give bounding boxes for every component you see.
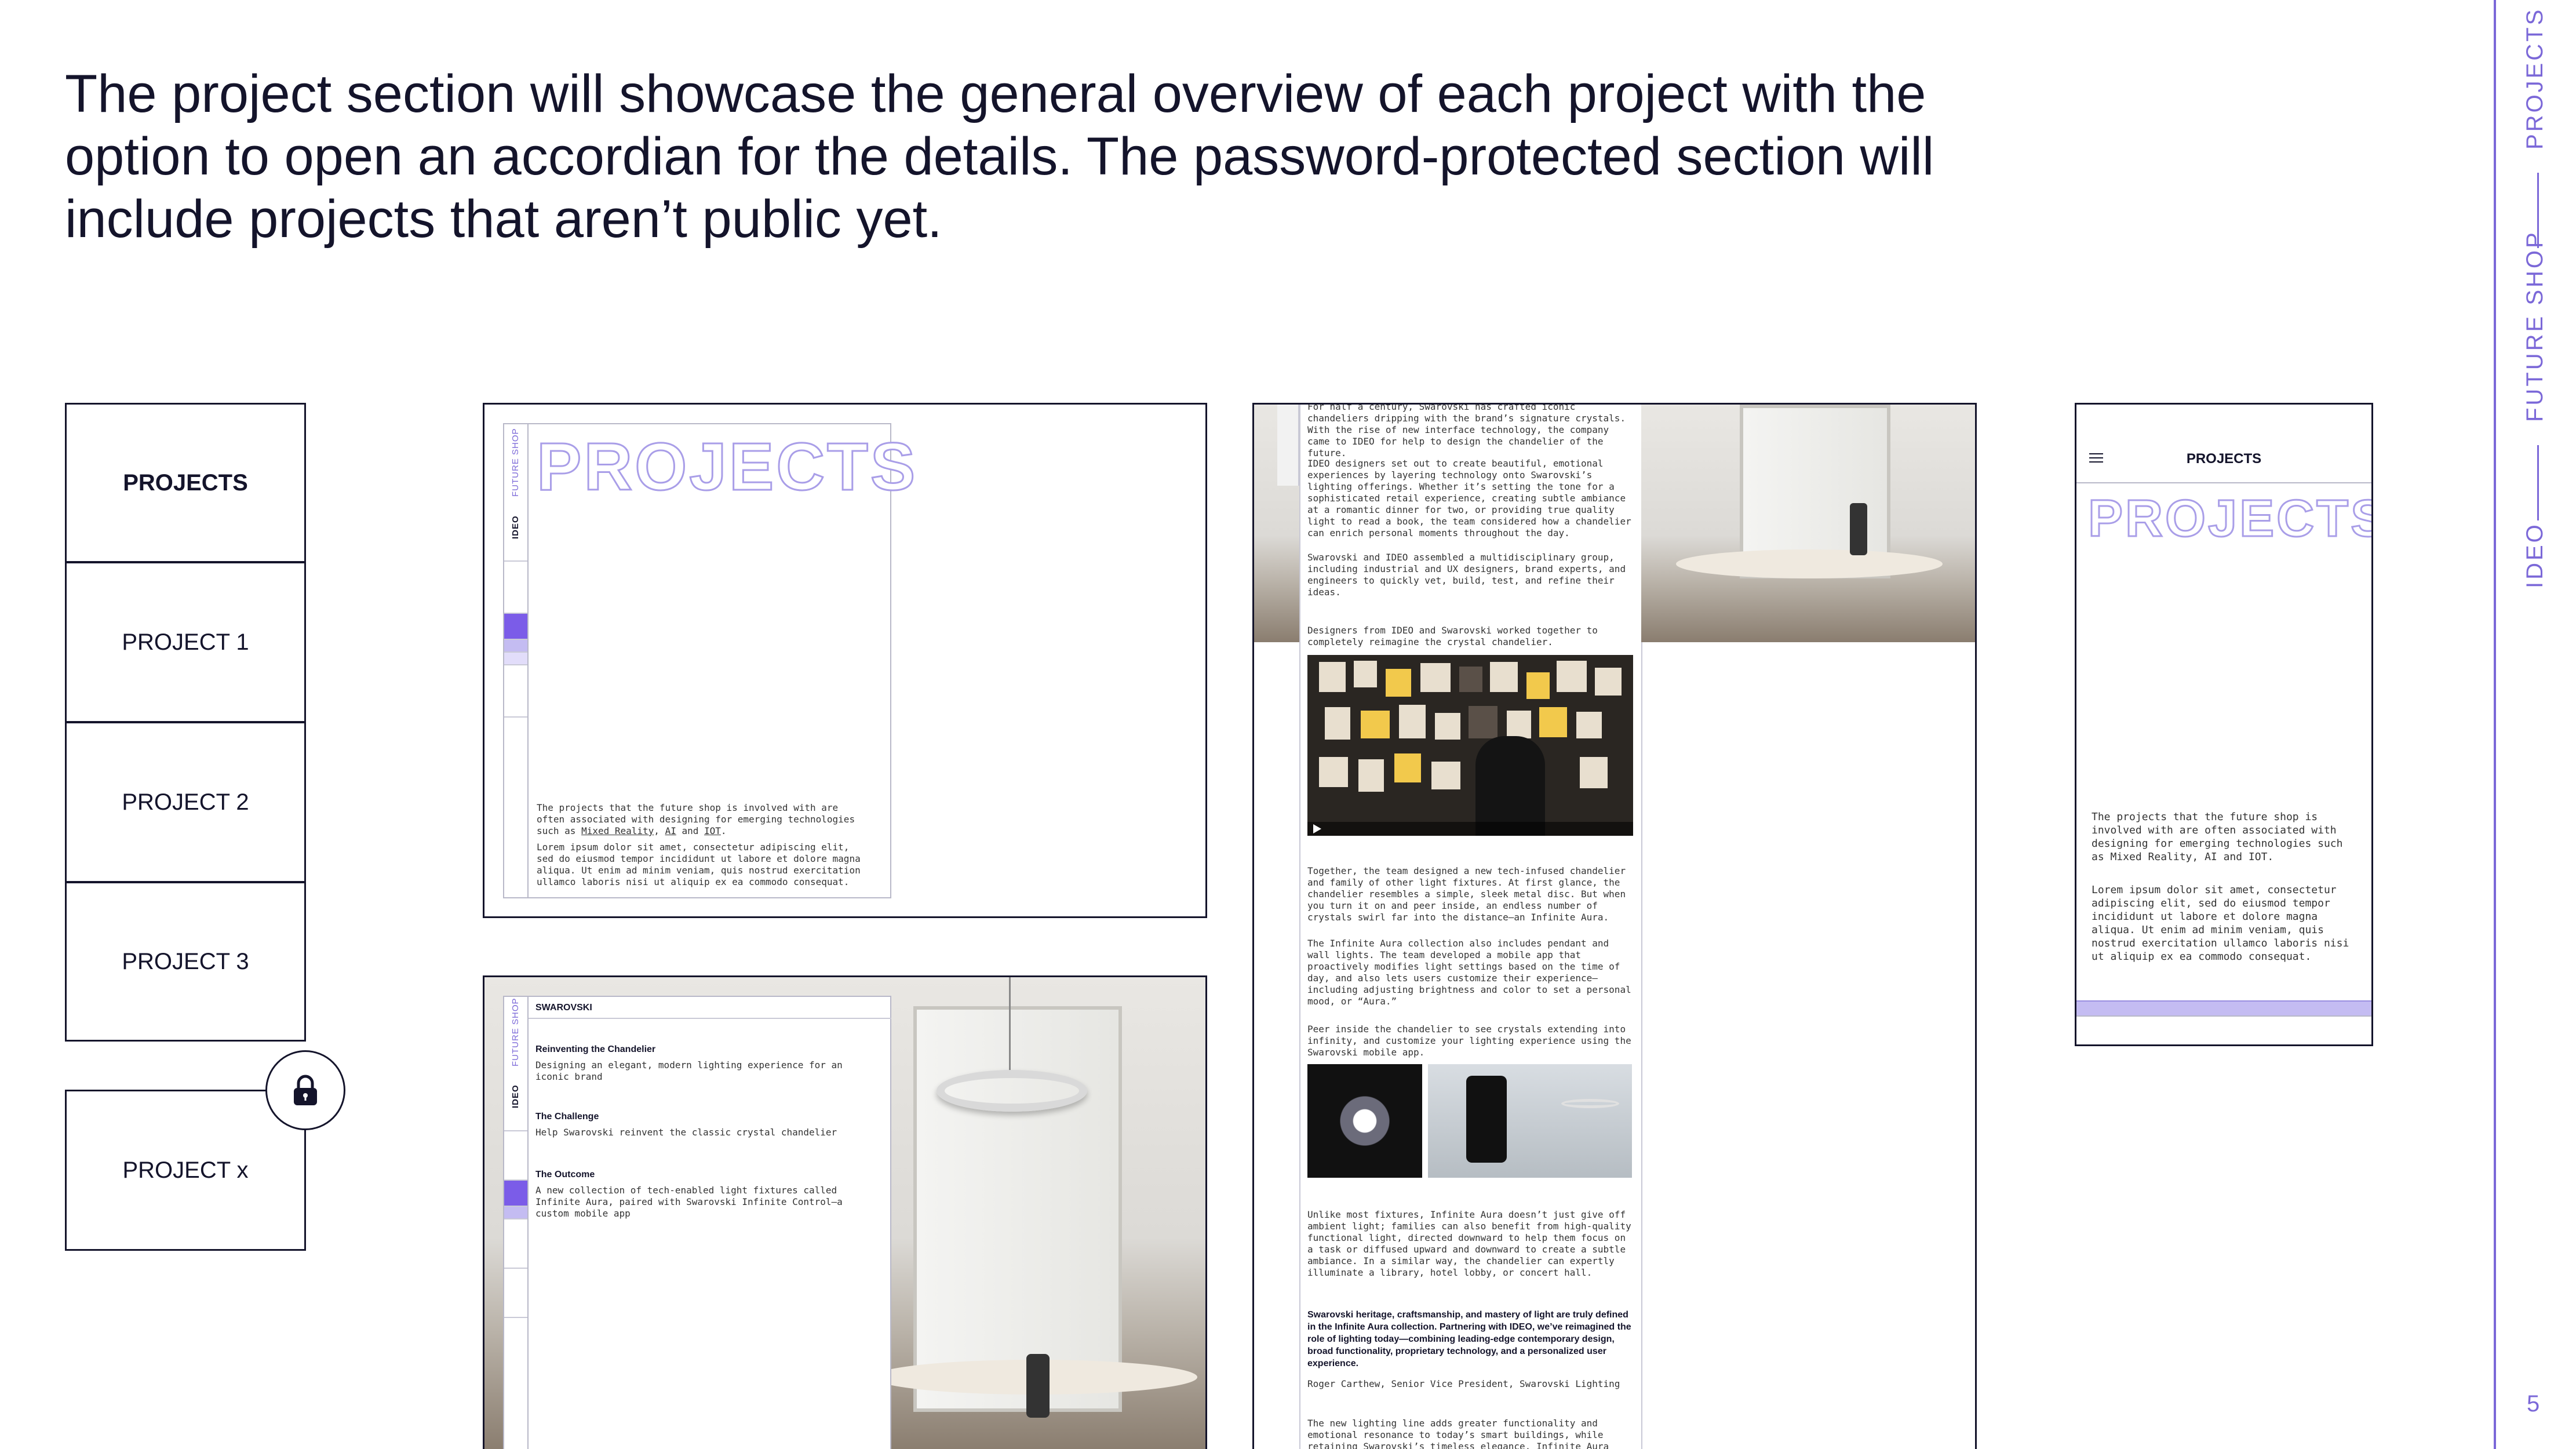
lorem-text: Lorem ipsum dolor sit amet, consectetur … bbox=[537, 842, 861, 887]
header-divider bbox=[529, 1018, 891, 1019]
nav-item-label: PROJECT 3 bbox=[122, 948, 249, 974]
window-image bbox=[913, 1006, 1122, 1412]
rail-divider bbox=[2494, 0, 2496, 1449]
mobile-app-photo[interactable] bbox=[1428, 1064, 1632, 1178]
nav-item-project-x-locked[interactable]: PROJECT x bbox=[65, 1090, 306, 1251]
accordion-bar-active[interactable] bbox=[2076, 1000, 2371, 1015]
accordion-divider bbox=[2076, 1015, 2371, 1017]
subbrand-label: FUTURE SHOP bbox=[511, 428, 520, 497]
mobile-header-title: PROJECTS bbox=[2186, 451, 2262, 467]
strip-cell-active[interactable] bbox=[504, 613, 527, 639]
side-nav-strip: FUTURE SHOP IDEO bbox=[504, 997, 529, 1449]
strip-cell[interactable] bbox=[504, 651, 527, 664]
strip-cell[interactable] bbox=[504, 1268, 527, 1317]
lorem-text: Lorem ipsum dolor sit amet, consectetur … bbox=[2092, 884, 2349, 963]
nav-item-label: PROJECT 1 bbox=[122, 629, 249, 655]
intro-text: The projects that the future shop is inv… bbox=[537, 802, 855, 836]
page-number: 5 bbox=[2527, 1391, 2540, 1417]
image-caption: Designers from IDEO and Swarovski worked… bbox=[1307, 625, 1598, 647]
section-heading[interactable]: The Outcome bbox=[535, 1170, 595, 1180]
studio-photo[interactable] bbox=[1307, 655, 1633, 836]
strip-cell[interactable] bbox=[504, 664, 527, 716]
section-text: A new collection of tech-enabled light f… bbox=[535, 1185, 843, 1219]
section-heading[interactable]: The Challenge bbox=[535, 1112, 599, 1122]
section-text: Designing an elegant, modern lighting ex… bbox=[535, 1060, 843, 1082]
project-card: FUTURE SHOP IDEO SWAROVSKI Reinventing t… bbox=[503, 996, 891, 1449]
strip-cell[interactable] bbox=[504, 716, 527, 769]
strip-cell[interactable] bbox=[504, 1317, 527, 1366]
desktop-overview-mockup: FUTURE SHOP IDEO PROJECTS The projects t… bbox=[483, 403, 1207, 918]
client-name: SWAROVSKI bbox=[535, 1003, 592, 1013]
rail-dash bbox=[2537, 445, 2539, 520]
nav-item-label: PROJECT x bbox=[122, 1157, 249, 1183]
rail-subsection-label: FUTURE SHOP bbox=[2522, 230, 2548, 422]
article-paragraph: Unlike most fixtures, Infinite Aura does… bbox=[1307, 1209, 1631, 1278]
chandelier-image bbox=[937, 1070, 1087, 1112]
overview-card: FUTURE SHOP IDEO PROJECTS The projects t… bbox=[503, 423, 916, 898]
lock-button[interactable] bbox=[265, 1050, 345, 1130]
subbrand-label: FUTURE SHOP bbox=[511, 997, 520, 1066]
rail-brand-label: IDEO bbox=[2522, 522, 2548, 588]
dining-photo bbox=[1641, 405, 1975, 642]
phone-image bbox=[1466, 1076, 1507, 1163]
brand-label: IDEO bbox=[511, 1084, 520, 1108]
person-silhouette bbox=[1475, 736, 1545, 836]
article-detail-mockup: For half a century, Swarovski has crafte… bbox=[1252, 403, 1977, 1449]
column-divider bbox=[1299, 405, 1300, 1449]
strip-cell[interactable] bbox=[504, 639, 527, 651]
link-mixed-reality[interactable]: Mixed Reality bbox=[581, 825, 654, 836]
pull-quote: Swarovski heritage, craftsmanship, and m… bbox=[1307, 1310, 1631, 1368]
headline: The project section will showcase the ge… bbox=[65, 64, 1934, 249]
article-paragraph: The new lighting line adds greater funct… bbox=[1307, 1418, 1609, 1449]
column-divider bbox=[1641, 642, 1642, 1449]
play-icon[interactable] bbox=[1313, 824, 1321, 833]
page-title: PROJECTS bbox=[2087, 489, 2373, 549]
link-iot[interactable]: IOT bbox=[704, 825, 721, 836]
section-text: Help Swarovski reinvent the classic crys… bbox=[535, 1127, 837, 1138]
lamp-image bbox=[1026, 1354, 1050, 1418]
strip-cell[interactable] bbox=[504, 560, 527, 613]
desktop-project-mockup: FUTURE SHOP IDEO SWAROVSKI Reinventing t… bbox=[483, 975, 1207, 1449]
side-strip bbox=[1277, 405, 1299, 486]
strip-cell-active[interactable] bbox=[504, 1179, 527, 1206]
strip-cell[interactable] bbox=[504, 1206, 527, 1218]
mobile-mockup: PROJECTS PROJECTS The projects that the … bbox=[2075, 403, 2373, 1046]
video-controls[interactable] bbox=[1307, 822, 1633, 836]
image-caption: Peer inside the chandelier to see crysta… bbox=[1307, 1024, 1631, 1058]
intro-text: The projects that the future shop is inv… bbox=[2092, 811, 2343, 863]
side-nav-strip: FUTURE SHOP IDEO bbox=[504, 424, 529, 897]
chandelier-image bbox=[1561, 1099, 1619, 1108]
nav-item-label: PROJECT 2 bbox=[122, 789, 249, 815]
nav-item-project-2[interactable]: PROJECT 2 bbox=[65, 722, 306, 883]
section-heading[interactable]: Reinventing the Chandelier bbox=[535, 1044, 655, 1055]
nav-item-project-1[interactable]: PROJECT 1 bbox=[65, 562, 306, 723]
nav-item-label: PROJECTS bbox=[123, 469, 248, 496]
lamp-image bbox=[1850, 503, 1867, 555]
article-paragraph: IDEO designers set out to create beautif… bbox=[1307, 458, 1631, 538]
pendant-cord bbox=[1009, 977, 1011, 1076]
page-title: PROJECTS bbox=[535, 428, 918, 505]
strip-cell[interactable] bbox=[504, 1218, 527, 1268]
article-paragraph: The Infinite Aura collection also includ… bbox=[1307, 938, 1631, 1007]
infinite-aura-photo[interactable] bbox=[1307, 1064, 1422, 1178]
article-paragraph: Together, the team designed a new tech-i… bbox=[1307, 865, 1626, 923]
strip-cell[interactable] bbox=[504, 1130, 527, 1179]
article-paragraph: Swarovski and IDEO assembled a multidisc… bbox=[1307, 552, 1626, 598]
brand-label: IDEO bbox=[511, 515, 520, 539]
nav-item-projects[interactable]: PROJECTS bbox=[65, 403, 306, 563]
lock-icon bbox=[294, 1075, 317, 1105]
link-ai[interactable]: AI bbox=[665, 825, 676, 836]
rail-section-label: PROJECTS bbox=[2522, 7, 2548, 150]
nav-item-project-3[interactable]: PROJECT 3 bbox=[65, 882, 306, 1042]
header-divider bbox=[2076, 482, 2371, 483]
article-paragraph: For half a century, Swarovski has crafte… bbox=[1307, 403, 1626, 458]
table-image bbox=[1676, 549, 1943, 578]
quote-attribution: Roger Carthew, Senior Vice President, Sw… bbox=[1307, 1378, 1620, 1389]
